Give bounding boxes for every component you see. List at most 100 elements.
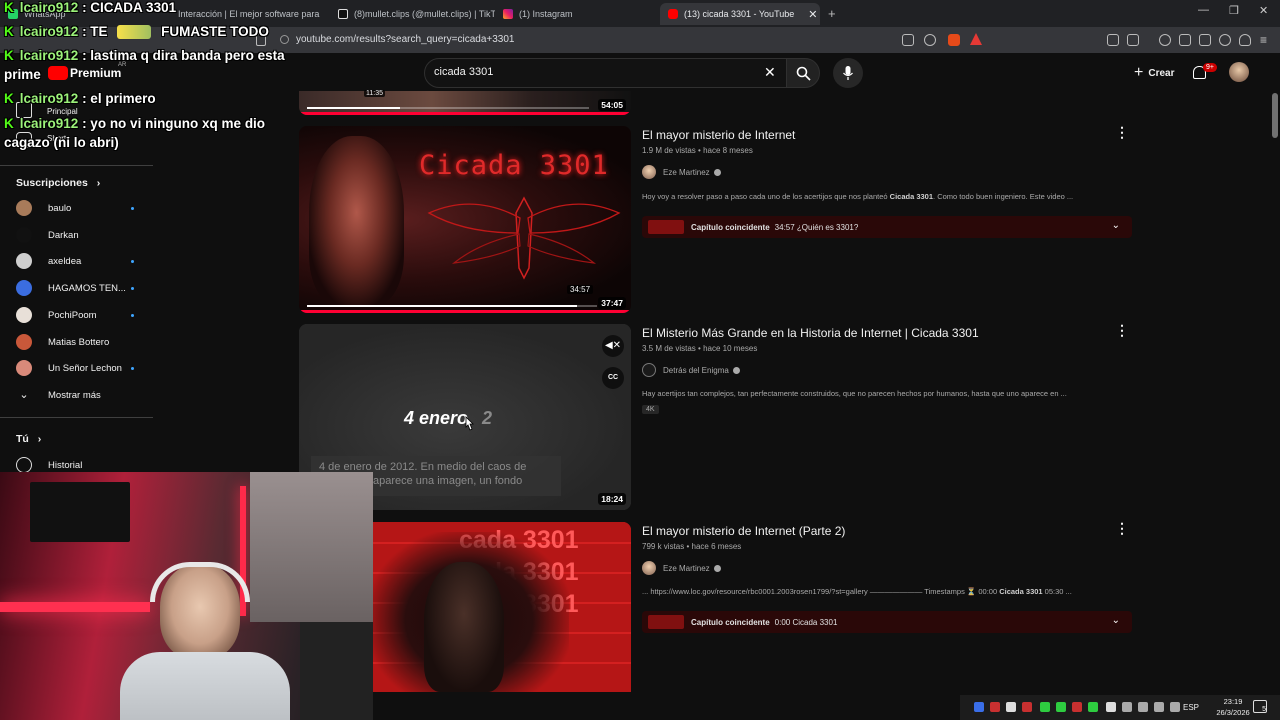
app-tray-icon[interactable] — [1106, 702, 1116, 712]
chevron-down-icon[interactable]: ⌄ — [1112, 615, 1120, 626]
search-input-value: cicada 3301 — [434, 66, 494, 78]
share-icon[interactable] — [924, 34, 936, 46]
video-description: Hay acertijos tan complejos, tan perfect… — [642, 389, 1067, 398]
chevron-down-icon[interactable]: ⌄ — [1112, 220, 1120, 231]
tab-interaccion[interactable]: Interacción | El mejor software para p — [170, 3, 320, 25]
minimize-button[interactable]: — — [1198, 4, 1209, 16]
show-more-button[interactable]: ⌄ Mostrar más — [16, 384, 146, 406]
video-duration: 18:24 — [598, 493, 626, 505]
restore-button[interactable]: ❐ — [1229, 4, 1239, 17]
voice-search-button[interactable] — [833, 58, 863, 88]
chat-message: Klcairo912 : CICADA 3301 — [4, 0, 177, 15]
sidebar-toggle-icon[interactable] — [1179, 34, 1191, 46]
subscription-name: Darkan — [48, 229, 79, 241]
clear-search-icon[interactable]: ✕ — [764, 64, 776, 81]
sidebar-item-subscription[interactable]: axeldea — [16, 250, 146, 272]
video-title[interactable]: El mayor misterio de Internet (Parte 2) — [642, 524, 845, 538]
extensions-icon[interactable] — [1107, 34, 1119, 46]
chevron-down-icon: ⌄ — [19, 389, 29, 401]
window-blinds — [250, 472, 373, 622]
url-field[interactable]: youtube.com/results?search_query=cicada+… — [296, 34, 514, 45]
mute-icon[interactable]: ◀✕ — [602, 335, 624, 357]
channel-avatar — [16, 334, 32, 350]
sidebar-item-subscription[interactable]: baulo — [16, 197, 146, 219]
channel-link[interactable]: Eze Martinez — [642, 165, 721, 179]
microphone-tray-icon[interactable] — [1006, 702, 1016, 712]
video-duration: 54:05 — [598, 99, 626, 111]
bluetooth-icon[interactable] — [974, 702, 984, 712]
webcam-overlay — [0, 472, 373, 720]
new-tab-button[interactable]: + — [828, 6, 836, 21]
page-scrollbar[interactable] — [1272, 93, 1278, 138]
verified-icon — [732, 366, 740, 374]
emote-icon — [117, 25, 152, 40]
mouse-cursor-icon — [465, 416, 474, 431]
video-thumbnail[interactable]: 54:05 — [299, 91, 631, 115]
channel-avatar — [16, 360, 32, 376]
sidebar-item-subscription[interactable]: HAGAMOS TEN... — [16, 277, 146, 299]
volume-icon[interactable] — [1170, 702, 1180, 712]
app-tray-icon[interactable] — [1040, 702, 1050, 712]
language-indicator[interactable]: ESP — [1183, 703, 1199, 712]
more-options-icon[interactable]: ⋮ — [1115, 520, 1129, 537]
more-options-icon[interactable]: ⋮ — [1115, 124, 1129, 141]
captions-button[interactable]: CC — [602, 367, 624, 389]
clock-date[interactable]: 26/3/2026 — [1213, 708, 1253, 717]
sidebar-home-label: Principal — [47, 107, 78, 116]
app-tray-icon[interactable] — [1088, 702, 1098, 712]
network-icon[interactable] — [1154, 702, 1164, 712]
search-button[interactable] — [786, 58, 820, 88]
tab-tiktok[interactable]: (8)mullet.clips (@mullet.clips) | TikTok — [330, 3, 495, 25]
seek-bar-fill — [307, 305, 577, 307]
wallet-icon[interactable] — [1199, 34, 1211, 46]
tab-youtube[interactable]: (13) cicada 3301 - YouTube ✕ — [660, 3, 820, 25]
thumbnail-title-text: Cicada 3301 — [419, 150, 609, 181]
person-portrait — [309, 136, 404, 306]
video-title[interactable]: El Misterio Más Grande en la Historia de… — [642, 326, 979, 340]
app-tray-icon[interactable] — [1022, 702, 1032, 712]
subscriptions-heading[interactable]: Suscripciones › — [16, 177, 100, 189]
youtube-brand[interactable]: Premium — [70, 66, 121, 80]
you-heading[interactable]: Tú › — [16, 433, 41, 445]
music-icon[interactable] — [1159, 34, 1171, 46]
create-button[interactable]: + Crear — [1124, 60, 1184, 86]
seek-bar-fill — [307, 107, 401, 109]
tab-instagram[interactable]: (1) Instagram — [495, 3, 655, 25]
app-tray-icon[interactable] — [1056, 702, 1066, 712]
brave-shield-icon[interactable] — [948, 34, 960, 46]
clock-time[interactable]: 23:19 — [1213, 697, 1253, 706]
person-portrait — [424, 562, 504, 692]
more-options-icon[interactable]: ⋮ — [1115, 322, 1129, 339]
avatar[interactable] — [1229, 62, 1249, 82]
sidebar-item-subscription[interactable]: Un Señor Lechon — [16, 357, 146, 379]
channel-link[interactable]: Eze Martinez — [642, 561, 721, 575]
video-meta: 3.5 M de vistas • hace 10 meses — [642, 344, 758, 353]
sidebar-item-subscription[interactable]: Matias Bottero — [16, 331, 146, 353]
rewards-icon[interactable] — [970, 33, 982, 45]
channel-avatar — [16, 227, 32, 243]
screenshot-icon[interactable] — [1127, 34, 1139, 46]
app-tray-icon[interactable] — [1072, 702, 1082, 712]
channel-link[interactable]: Detrás del Enigma — [642, 363, 740, 377]
sidebar-item-subscription[interactable]: Darkan — [16, 224, 146, 246]
close-tab-icon[interactable]: ✕ — [808, 8, 817, 21]
channel-avatar — [642, 363, 656, 377]
youtube-logo-icon[interactable] — [48, 66, 68, 80]
app-tray-icon[interactable] — [1122, 702, 1132, 712]
menu-icon[interactable]: ≡ — [1260, 33, 1267, 47]
close-window-button[interactable]: ✕ — [1259, 4, 1268, 17]
site-info-icon[interactable] — [280, 35, 289, 44]
chat-message: Klcairo912 : lastima q dira banda pero e… — [4, 48, 285, 63]
matching-chapter[interactable]: Capítulo coincidente 0:00 Cicada 3301 ⌄ — [642, 611, 1132, 633]
app-tray-icon[interactable] — [1138, 702, 1148, 712]
video-title[interactable]: El mayor misterio de Internet — [642, 128, 795, 142]
chat-message-continuation: cagazo (ni lo abri) — [4, 135, 119, 150]
notifications-icon[interactable]: 5 — [1253, 700, 1267, 713]
vpn-shield-icon[interactable] — [1239, 34, 1251, 46]
matching-chapter[interactable]: Capítulo coincidente 34:57 ¿Quién es 330… — [642, 216, 1132, 238]
sidebar-item-subscription[interactable]: PochiPoom — [16, 304, 146, 326]
app-tray-icon[interactable] — [990, 702, 1000, 712]
cast-icon[interactable] — [902, 34, 914, 46]
leo-icon[interactable] — [1219, 34, 1231, 46]
streamer-shirt — [120, 652, 290, 720]
